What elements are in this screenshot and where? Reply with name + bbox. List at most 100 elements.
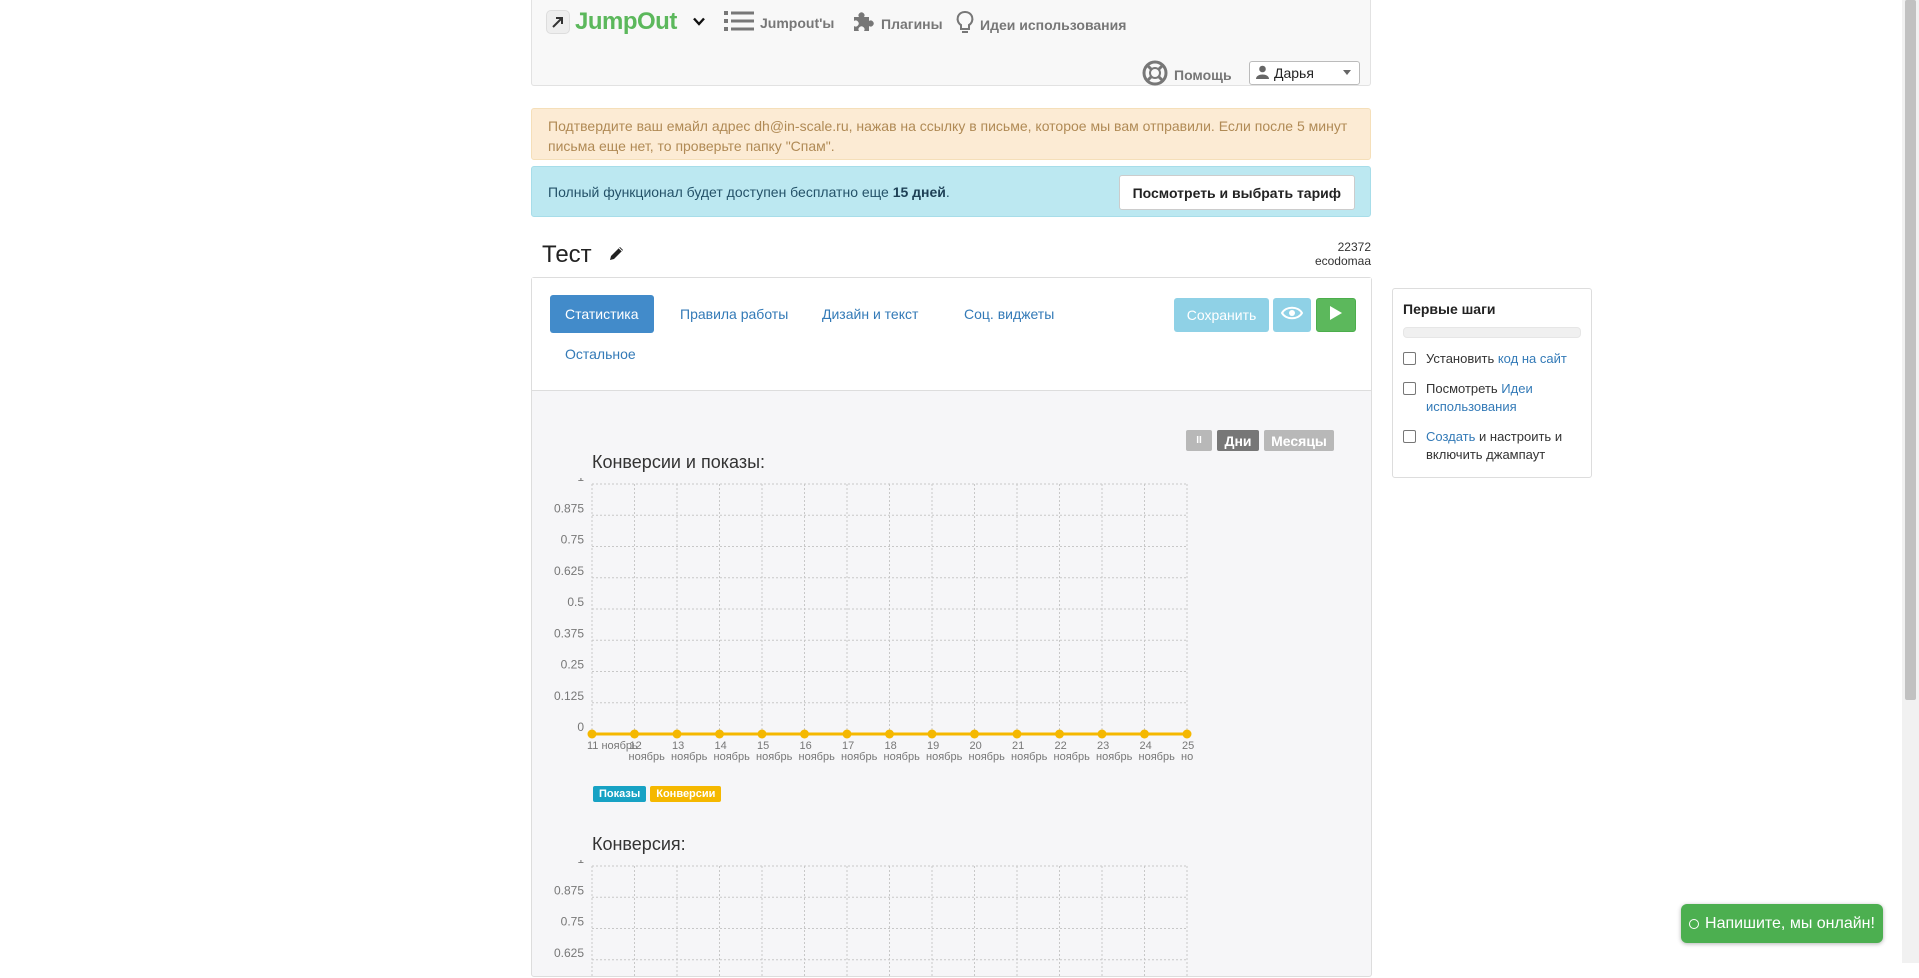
- data-point: [757, 729, 767, 739]
- list-icon: [724, 10, 760, 35]
- x-tick-label: ноябрь: [884, 751, 921, 763]
- jumpout-site: ecodomaa: [1314, 254, 1371, 268]
- data-point: [800, 729, 809, 739]
- nav-jumpouts-label: Jumpout'ы: [760, 14, 835, 31]
- preview-button[interactable]: [1273, 298, 1311, 332]
- first-steps-panel: Первые шаги Установить код на сайт Посмо…: [1392, 288, 1592, 478]
- y-tick-label: 0.75: [561, 915, 585, 929]
- data-point: [842, 729, 852, 739]
- y-tick-label: 0.375: [554, 626, 584, 640]
- y-tick-label: 0.125: [554, 689, 584, 703]
- x-tick-label: ноябрь: [1096, 751, 1133, 763]
- install-code-link[interactable]: код на сайт: [1498, 351, 1567, 366]
- chevron-down-icon[interactable]: [692, 15, 705, 29]
- top-navbar: JumpOut Jumpout'ы Плагины Идеи использов…: [531, 0, 1371, 86]
- tab-rules[interactable]: Правила работы: [665, 295, 803, 333]
- puzzle-icon: [851, 10, 881, 37]
- y-tick-label: 0.875: [554, 883, 584, 897]
- help-link[interactable]: Помощь: [1142, 60, 1232, 89]
- caret-down-icon: [1343, 70, 1351, 75]
- legend-shows[interactable]: Показы: [593, 786, 647, 802]
- nav-ideas[interactable]: Идеи использования: [956, 10, 1126, 39]
- eye-icon: [1280, 306, 1304, 325]
- nav-jumpouts[interactable]: Jumpout'ы: [724, 10, 834, 35]
- first-steps-progress: [1403, 327, 1581, 338]
- x-tick-label: но: [1181, 751, 1193, 763]
- data-point: [970, 729, 979, 739]
- chart-legend: Показы Конверсии: [593, 786, 725, 802]
- data-point: [1012, 729, 1022, 739]
- data-point: [672, 729, 682, 739]
- conversion-chart: 0.625 0.75 0.875 1: [554, 860, 1188, 978]
- nav-plugins[interactable]: Плагины: [851, 10, 943, 37]
- y-tick-label: 0.75: [561, 533, 585, 547]
- step-create-jumpout: Создать и настроить и включить джампаут: [1403, 428, 1581, 464]
- legend-conversions[interactable]: Конверсии: [650, 786, 722, 802]
- tab-statistics[interactable]: Статистика: [550, 295, 654, 333]
- pause-button[interactable]: II: [1186, 430, 1212, 451]
- help-label: Помощь: [1174, 66, 1232, 83]
- x-tick-label: ноябрь: [1054, 751, 1091, 763]
- range-days-button[interactable]: Дни: [1217, 430, 1259, 451]
- x-tick-label: ноябрь: [841, 751, 878, 763]
- view-tariffs-button[interactable]: Посмотреть и выбрать тариф: [1118, 175, 1355, 210]
- step-text-before: Установить: [1426, 351, 1498, 366]
- page-title: Тест: [542, 241, 625, 269]
- scrollbar-thumb[interactable]: [1905, 0, 1916, 700]
- x-tick-label: ноябрь: [926, 751, 963, 763]
- trial-text: Полный функционал будет доступен бесплат…: [548, 184, 950, 200]
- conversions-shows-chart: 00.1250.250.3750.50.6250.750.875111 нояб…: [554, 478, 1194, 763]
- y-tick-label: 1: [577, 860, 584, 866]
- lightbulb-icon: [956, 10, 980, 39]
- jumpout-meta: 22372 ecodomaa: [1315, 240, 1371, 268]
- step-checkbox[interactable]: [1403, 352, 1416, 365]
- data-point: [1055, 729, 1064, 739]
- step-view-ideas: Посмотреть Идеи использования: [1403, 380, 1581, 416]
- x-tick-label: ноябрь: [756, 751, 793, 763]
- create-link[interactable]: Создать: [1426, 429, 1475, 444]
- range-switch: II Дни Месяцы: [1186, 430, 1339, 451]
- data-point: [1097, 729, 1107, 739]
- tab-social-widgets[interactable]: Соц. виджеты: [949, 295, 1069, 333]
- user-select[interactable]: Дарья: [1249, 61, 1360, 85]
- y-tick-label: 0: [577, 720, 584, 734]
- step-text-before: Посмотреть: [1426, 381, 1502, 396]
- data-point: [630, 729, 639, 739]
- step-checkbox[interactable]: [1403, 430, 1416, 443]
- run-button[interactable]: [1316, 298, 1356, 332]
- jumpout-id: 22372: [1337, 240, 1371, 254]
- tab-design[interactable]: Дизайн и текст: [807, 295, 933, 333]
- x-tick-label: ноябрь: [799, 751, 836, 763]
- panel-header: Статистика Правила работы Дизайн и текст…: [532, 278, 1371, 391]
- trial-alert: Полный функционал будет доступен бесплат…: [531, 166, 1371, 217]
- x-tick-label: ноябрь: [1011, 751, 1048, 763]
- x-tick-label: ноябрь: [629, 751, 666, 763]
- page-scrollbar[interactable]: [1902, 0, 1919, 963]
- step-text: Установить код на сайт: [1426, 350, 1567, 368]
- y-tick-label: 0.25: [561, 658, 585, 672]
- x-tick-label: ноябрь: [969, 751, 1006, 763]
- save-button[interactable]: Сохранить: [1174, 298, 1269, 332]
- range-months-button[interactable]: Месяцы: [1264, 430, 1334, 451]
- y-tick-label: 0.625: [554, 946, 584, 960]
- play-icon: [1329, 305, 1343, 326]
- chart-title-conversions-shows: Конверсии и показы:: [592, 452, 766, 472]
- nav-ideas-label: Идеи использования: [980, 16, 1127, 33]
- pencil-icon[interactable]: [592, 241, 625, 269]
- tab-other[interactable]: Остальное: [550, 335, 651, 373]
- data-point: [927, 729, 937, 739]
- step-text: Посмотреть Идеи использования: [1426, 380, 1581, 416]
- jumpout-name: Тест: [542, 241, 592, 268]
- step-text: Создать и настроить и включить джампаут: [1426, 428, 1581, 464]
- chat-widget-button[interactable]: Напишите, мы онлайн!: [1681, 904, 1883, 943]
- trial-prefix: Полный функционал будет доступен бесплат…: [548, 183, 893, 200]
- trial-suffix: .: [945, 183, 950, 200]
- chart-title-conversion: Конверсия:: [592, 834, 686, 854]
- logo[interactable]: JumpOut: [546, 8, 705, 36]
- step-checkbox[interactable]: [1403, 382, 1416, 395]
- trial-days: 15 дней: [892, 183, 946, 200]
- y-tick-label: 1: [577, 478, 584, 484]
- data-point: [587, 729, 597, 739]
- user-name: Дарья: [1274, 65, 1314, 81]
- y-tick-label: 0.875: [554, 501, 584, 515]
